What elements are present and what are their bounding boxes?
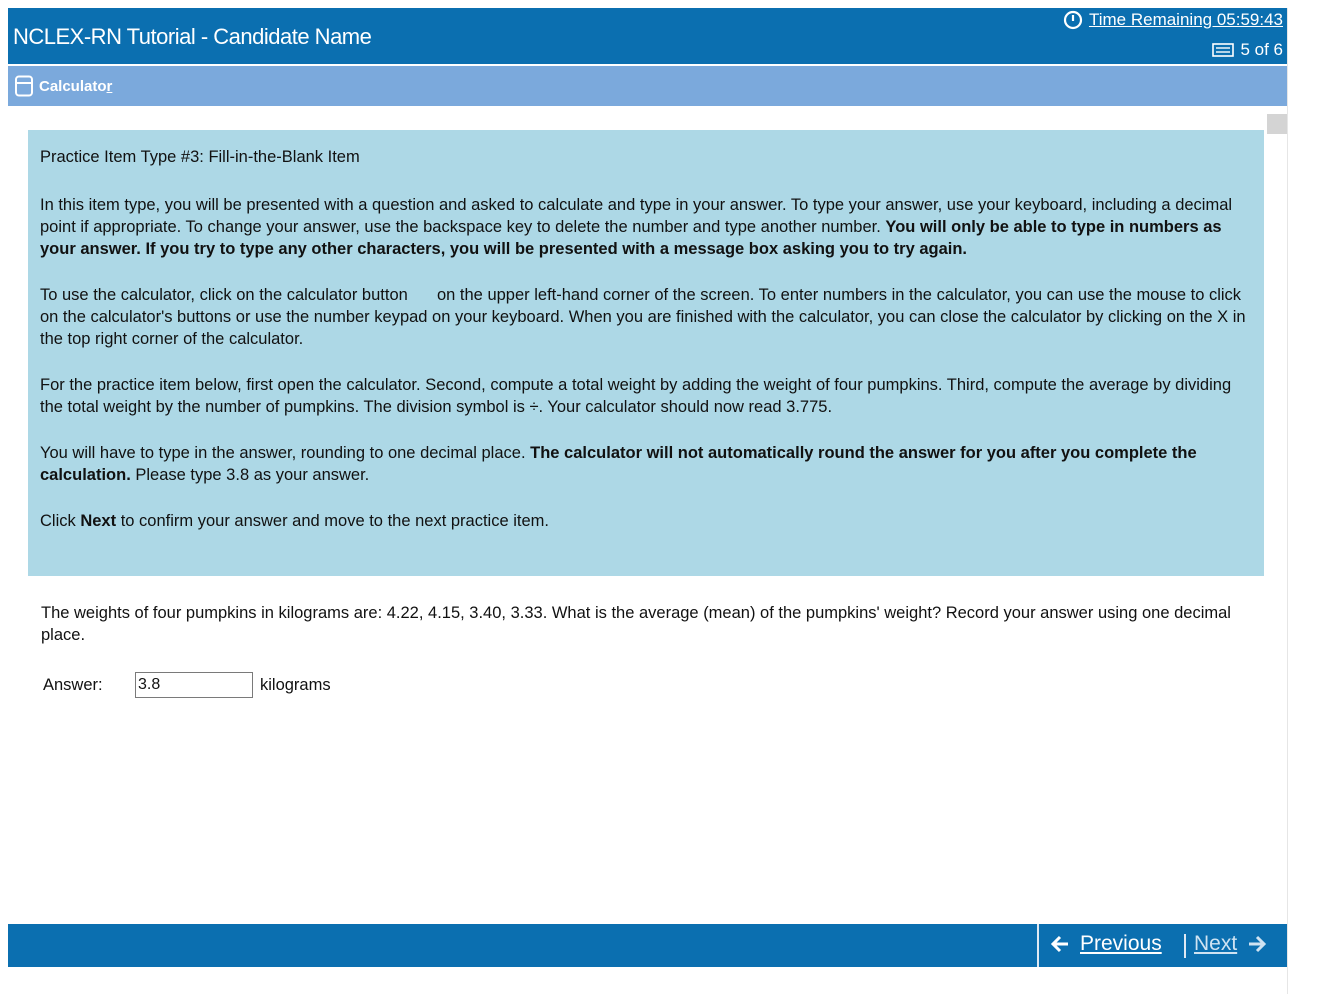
question-stem: The weights of four pumpkins in kilogram… [41,604,1231,644]
instructions-paragraph-5: Click Next to confirm your answer and mo… [40,512,549,530]
calculator-label: Calculator [39,77,113,95]
progress-label: 5 of 6 [1240,40,1283,59]
instructions-paragraph-1: In this item type, you will be presented… [40,196,1233,258]
calculator-icon [15,75,33,97]
footer-bar: Previous Next [8,924,1287,967]
question-progress: 5 of 6 [1212,40,1283,60]
scrollbar-thumb[interactable] [1267,114,1287,134]
instructions-paragraph-2: To use the calculator, click on the calc… [40,286,1246,348]
content-area: Practice Item Type #3: Fill-in-the-Blank… [8,106,1287,924]
calculator-button[interactable]: Calculator [14,75,112,97]
instructions-paragraph-4: You will have to type in the answer, rou… [40,444,1197,484]
footer-divider [1037,924,1039,967]
app-window: NCLEX-RN Tutorial - Candidate Name Time … [8,8,1287,994]
arrow-left-icon [1050,935,1068,953]
answer-label: Answer: [43,675,103,694]
previous-button[interactable]: Previous [1050,932,1162,956]
next-button[interactable]: Next [1194,932,1267,956]
instructions-title: Practice Item Type #3: Fill-in-the-Blank… [40,148,360,166]
answer-input[interactable] [135,672,253,698]
instructions-paragraph-3: For the practice item below, first open … [40,376,1232,416]
arrow-right-icon [1249,935,1267,953]
app-title: NCLEX-RN Tutorial - Candidate Name [13,24,372,49]
question-list-icon [1212,43,1235,57]
header-bar: NCLEX-RN Tutorial - Candidate Name Time … [8,8,1287,64]
time-remaining[interactable]: Time Remaining 05:59:43 [1063,10,1283,30]
clock-icon [1063,10,1083,30]
next-label: Next [1194,932,1238,955]
previous-label: Previous [1080,932,1162,955]
answer-row: Answer: kilograms [43,672,331,698]
calculator-button-placeholder-icon [412,286,432,300]
instructions-panel: Practice Item Type #3: Fill-in-the-Blank… [28,130,1264,576]
toolbar: Calculator [8,66,1287,106]
nav-divider [1184,934,1186,958]
unit-label: kilograms [260,675,331,694]
window-edge [1287,8,1331,994]
time-remaining-label: Time Remaining 05:59:43 [1088,10,1283,29]
